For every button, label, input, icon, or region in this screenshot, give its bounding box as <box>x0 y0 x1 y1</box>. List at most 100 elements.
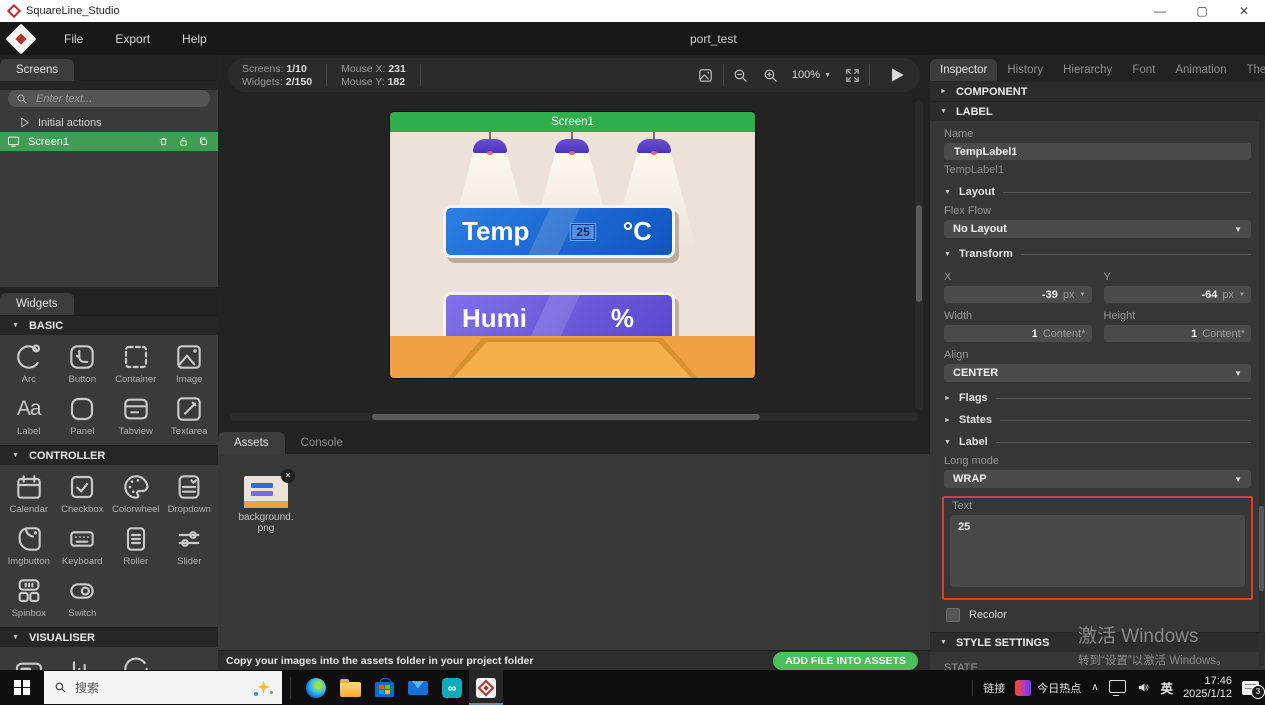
y-field[interactable]: -64 px ▼ <box>1104 286 1252 303</box>
taskbar-store[interactable] <box>367 670 401 705</box>
copy-icon[interactable] <box>197 135 210 148</box>
fit-screen-button[interactable] <box>839 62 865 88</box>
widget-dropdown[interactable]: Dropdown <box>163 467 217 519</box>
asset-background-png[interactable]: ✕ background.png <box>236 476 296 534</box>
temp-unit-label[interactable]: °C <box>623 216 652 247</box>
long-mode-dropdown[interactable]: WRAP ▼ <box>944 470 1251 488</box>
menu-file[interactable]: File <box>48 32 99 46</box>
style-settings-header[interactable]: ▼ STYLE SETTINGS <box>930 632 1265 652</box>
inspector-scrollbar[interactable] <box>1259 111 1264 666</box>
zoom-level-dropdown[interactable]: 100%▼ <box>788 69 835 81</box>
tray-expand-icon[interactable]: ∧ <box>1091 682 1098 693</box>
device-screen[interactable]: Screen1 Temp 25 °C Humi % <box>390 112 755 378</box>
widget-slider[interactable]: Slider <box>163 519 217 571</box>
canvas-hscrollbar[interactable] <box>230 413 918 421</box>
unit-caret-icon[interactable]: ▼ <box>1080 292 1086 298</box>
delete-icon[interactable] <box>157 135 170 148</box>
tab-hierarchy[interactable]: Hierarchy <box>1053 59 1122 81</box>
humi-unit-label[interactable]: % <box>611 303 634 334</box>
widget-button[interactable]: Button <box>56 337 110 389</box>
close-button[interactable]: ✕ <box>1223 4 1265 18</box>
screens-search[interactable] <box>8 90 210 107</box>
tab-screens[interactable]: Screens <box>0 59 74 81</box>
tab-animation[interactable]: Animation <box>1165 59 1236 81</box>
component-section-header[interactable]: ► COMPONENT <box>930 81 1265 101</box>
taskbar-edge[interactable] <box>299 670 333 705</box>
transform-subsection[interactable]: ▼ Transform <box>944 248 1251 260</box>
notification-center[interactable]: 3 <box>1242 681 1259 695</box>
hscroll-thumb[interactable] <box>372 414 760 420</box>
section-controller[interactable]: ▼ CONTROLLER <box>0 445 218 465</box>
recolor-checkbox[interactable] <box>946 608 960 622</box>
taskbar-mail[interactable] <box>401 670 435 705</box>
x-field[interactable]: -39 px ▼ <box>944 286 1092 303</box>
hot-topics[interactable]: 今日热点 <box>1015 680 1081 696</box>
clock[interactable]: 17:46 2025/1/12 <box>1183 675 1232 701</box>
background-image-button[interactable] <box>693 62 719 88</box>
tab-console[interactable]: Console <box>285 432 359 454</box>
temp-panel-widget[interactable]: Temp 25 °C <box>443 205 675 258</box>
tab-assets[interactable]: Assets <box>218 432 285 454</box>
vscroll-thumb[interactable] <box>916 205 922 302</box>
taskbar-capture-app[interactable]: ∞ <box>435 670 469 705</box>
add-file-into-assets-button[interactable]: ADD FILE INTO ASSETS <box>773 652 918 670</box>
asset-thumbnail[interactable]: ✕ <box>244 476 288 508</box>
unit-caret-icon[interactable]: ▼ <box>1239 292 1245 298</box>
taskbar-squareline[interactable] <box>469 670 503 705</box>
text-value-textarea[interactable]: 25 <box>950 515 1245 587</box>
widget-container[interactable]: Container <box>109 337 163 389</box>
flags-subsection[interactable]: ► Flags <box>944 392 1251 404</box>
widget-keyboard[interactable]: Keyboard <box>56 519 110 571</box>
screens-search-input[interactable] <box>34 92 188 106</box>
widget-calendar[interactable]: Calendar <box>2 467 56 519</box>
links-toolbar[interactable]: 链接 <box>972 680 1005 696</box>
widget-textarea[interactable]: Textarea <box>163 389 217 441</box>
tab-inspector[interactable]: Inspector <box>930 59 997 81</box>
width-field[interactable]: 1 Content* <box>944 325 1092 342</box>
height-field[interactable]: 1 Content* <box>1104 325 1252 342</box>
humi-label[interactable]: Humi <box>462 303 527 334</box>
widget-spinbox[interactable]: Spinbox <box>2 571 56 623</box>
recolor-row[interactable]: Recolor <box>946 608 1265 622</box>
play-button[interactable] <box>884 62 910 88</box>
asset-remove-button[interactable]: ✕ <box>281 469 295 483</box>
minimize-button[interactable]: — <box>1139 4 1181 18</box>
widget-arc[interactable]: Arc <box>2 337 56 389</box>
widget-switch[interactable]: Switch <box>56 571 110 623</box>
screen1-row[interactable]: Screen1 <box>0 132 218 151</box>
taskbar-file-explorer[interactable] <box>333 670 367 705</box>
label-subsection[interactable]: ▼ Label <box>944 436 1251 448</box>
temp-label[interactable]: Temp <box>462 216 529 247</box>
start-button[interactable] <box>0 670 44 705</box>
taskbar-search[interactable]: 搜索 <box>44 671 282 704</box>
align-dropdown[interactable]: CENTER ▼ <box>944 364 1251 382</box>
temp-value-label-selected[interactable]: 25 <box>571 224 594 240</box>
name-field[interactable] <box>944 143 1251 160</box>
tab-history[interactable]: History <box>997 59 1053 81</box>
network-display-icon[interactable] <box>1109 680 1126 693</box>
widget-colorwheel[interactable]: Colorwheel <box>109 467 163 519</box>
volume-icon[interactable] <box>1136 681 1151 694</box>
name-input[interactable] <box>952 145 1243 159</box>
menu-help[interactable]: Help <box>166 32 223 46</box>
widget-tabview[interactable]: Tabview <box>109 389 163 441</box>
widget-panel[interactable]: Panel <box>56 389 110 441</box>
section-basic[interactable]: ▼ BASIC <box>0 315 218 335</box>
inspector-scroll-thumb[interactable] <box>1259 506 1264 591</box>
label-section-header[interactable]: ▼ LABEL <box>930 101 1265 121</box>
widget-label[interactable]: Aa Label <box>2 389 56 441</box>
maximize-button[interactable]: ▢ <box>1181 4 1223 18</box>
zoom-out-button[interactable] <box>728 62 754 88</box>
states-subsection[interactable]: ► States <box>944 414 1251 426</box>
tab-widgets[interactable]: Widgets <box>0 293 74 315</box>
menu-export[interactable]: Export <box>99 32 166 46</box>
widget-roller[interactable]: Roller <box>109 519 163 571</box>
ime-indicator[interactable]: 英 <box>1161 678 1174 697</box>
zoom-in-button[interactable] <box>758 62 784 88</box>
flex-flow-dropdown[interactable]: No Layout ▼ <box>944 220 1251 238</box>
widget-imgbutton[interactable]: Imgbutton <box>2 519 56 571</box>
device-screen-body[interactable]: Temp 25 °C Humi % <box>390 132 755 378</box>
tab-themes[interactable]: Themes <box>1236 59 1265 81</box>
widget-checkbox[interactable]: Checkbox <box>56 467 110 519</box>
initial-actions-row[interactable]: Initial actions <box>0 113 218 132</box>
